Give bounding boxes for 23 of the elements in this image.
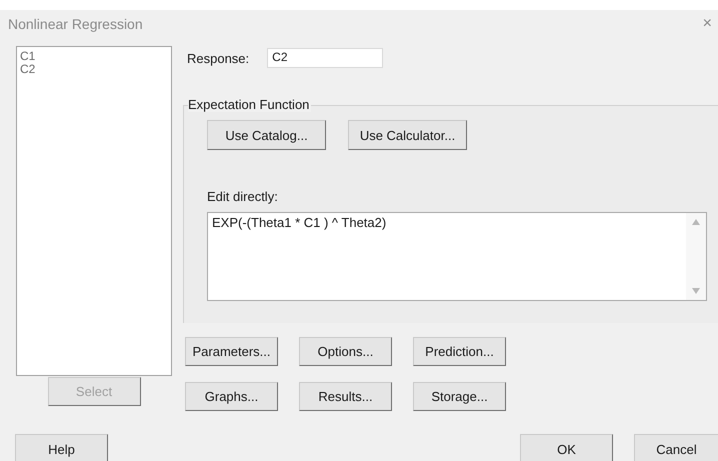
dialog-button[interactable]: Results... [299,382,392,411]
cancel-button[interactable]: Cancel [634,434,718,461]
expression-field[interactable]: EXP(-(Theta1 * C1 ) ^ Theta2) [207,212,707,301]
variable-item[interactable]: C1 [18,50,170,63]
variable-item[interactable]: C2 [18,63,170,76]
edit-directly-label: Edit directly: [207,189,279,204]
group-title: Expectation Function [188,97,312,112]
dialog-button[interactable]: Options... [299,337,392,366]
variable-list[interactable]: C1 C2 [16,46,172,376]
dialog-button[interactable]: Parameters... [185,337,278,366]
use-calculator-button[interactable]: Use Calculator... [348,120,467,150]
response-label: Response: [187,50,250,66]
scroll-up-icon[interactable] [692,219,700,225]
dialog-button[interactable]: Prediction... [413,337,506,366]
response-field[interactable]: C2 [267,48,384,68]
dialog-button[interactable]: Graphs... [185,382,278,411]
help-button[interactable]: Help [15,434,108,461]
ok-button[interactable]: OK [520,434,613,461]
scroll-down-icon[interactable] [692,288,700,294]
use-catalog-button[interactable]: Use Catalog... [207,120,326,150]
dialog-button[interactable]: Storage... [413,382,506,411]
expression-text: EXP(-(Theta1 * C1 ) ^ Theta2) [211,214,388,232]
window-title: Nonlinear Regression [8,16,143,32]
